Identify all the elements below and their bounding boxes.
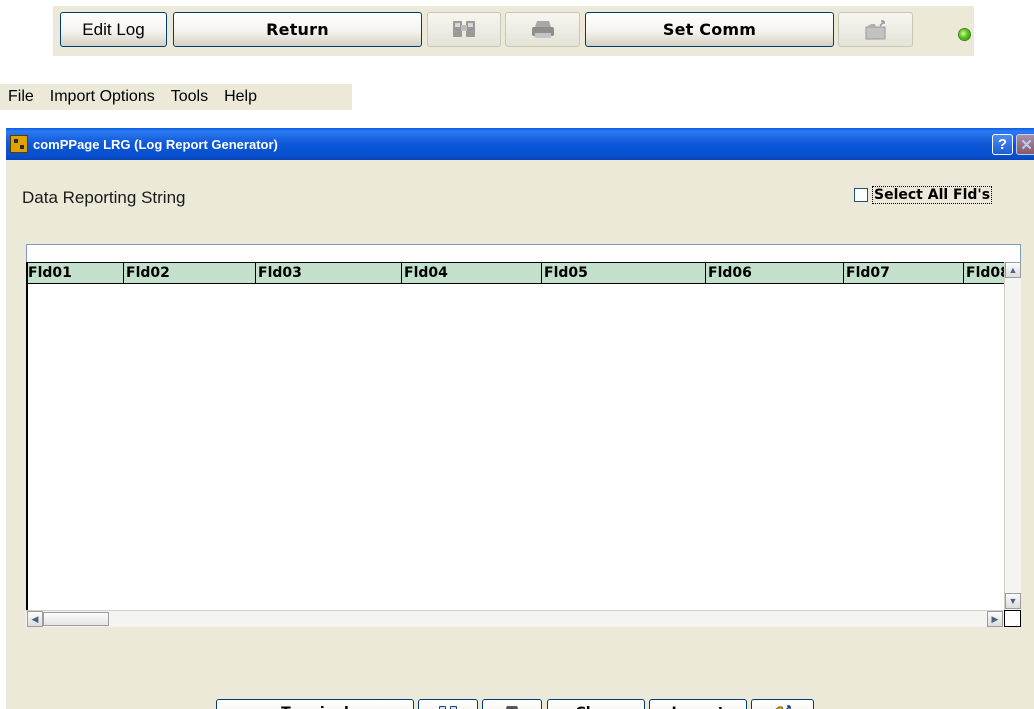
grid-header: Fld01 Fld02 Fld03 Fld04 Fld05 Fld06 Fld0… bbox=[26, 262, 1004, 284]
binoculars-button[interactable] bbox=[427, 12, 501, 47]
printer-icon bbox=[505, 705, 519, 709]
search-button[interactable] bbox=[418, 699, 478, 709]
column-header[interactable]: Fld06 bbox=[706, 262, 844, 283]
select-all-checkbox[interactable]: Select All Fld's bbox=[854, 186, 993, 204]
column-header[interactable]: Fld08 bbox=[964, 262, 1004, 283]
column-header[interactable]: Fld05 bbox=[542, 262, 706, 283]
app-icon bbox=[10, 135, 28, 153]
help-button[interactable]: ? bbox=[992, 134, 1013, 155]
title-bar: comPPage LRG (Log Report Generator) ? ✕ bbox=[6, 128, 1034, 160]
edit-log-button[interactable]: Edit Log bbox=[60, 12, 167, 47]
menu-tools[interactable]: Tools bbox=[163, 88, 216, 106]
column-header[interactable]: Fld01 bbox=[26, 262, 124, 283]
menu-bar: File Import Options Tools Help bbox=[0, 84, 352, 110]
scroll-thumb[interactable] bbox=[43, 612, 109, 626]
column-header[interactable]: Fld03 bbox=[256, 262, 402, 283]
select-all-label: Select All Fld's bbox=[872, 186, 993, 204]
menu-file[interactable]: File bbox=[0, 88, 42, 106]
binoculars-icon bbox=[439, 705, 457, 709]
open-folder-icon bbox=[774, 704, 791, 709]
menu-import-options[interactable]: Import Options bbox=[42, 88, 163, 106]
binoculars-icon bbox=[453, 20, 475, 37]
data-reporting-label: Data Reporting String bbox=[22, 188, 186, 207]
lrg-window: comPPage LRG (Log Report Generator) ? ✕ … bbox=[6, 128, 1034, 709]
scroll-up-icon[interactable]: ▲ bbox=[1005, 262, 1021, 278]
checkbox-box[interactable] bbox=[854, 188, 868, 202]
top-toolbar: Edit Log Return Set Comm bbox=[53, 6, 974, 56]
terminal-button[interactable]: Terminal bbox=[216, 699, 414, 709]
printer-icon bbox=[531, 20, 554, 38]
window-title: comPPage LRG (Log Report Generator) bbox=[33, 136, 278, 152]
scroll-down-icon[interactable]: ▼ bbox=[1005, 593, 1021, 609]
status-led-icon bbox=[959, 29, 970, 40]
horizontal-scrollbar[interactable]: ◀ ▶ bbox=[26, 610, 1004, 627]
scroll-right-icon[interactable]: ▶ bbox=[987, 611, 1003, 627]
print-button[interactable] bbox=[482, 699, 542, 709]
set-comm-button[interactable]: Set Comm bbox=[585, 12, 834, 47]
open-folder-button[interactable] bbox=[838, 12, 913, 47]
return-button[interactable]: Return bbox=[173, 12, 422, 47]
close-button[interactable]: ✕ bbox=[1016, 134, 1034, 155]
menu-help[interactable]: Help bbox=[216, 88, 265, 106]
open-folder-button[interactable] bbox=[751, 699, 814, 709]
column-header[interactable]: Fld07 bbox=[844, 262, 964, 283]
column-header[interactable]: Fld02 bbox=[124, 262, 256, 283]
open-folder-icon bbox=[865, 19, 885, 39]
grid-border bbox=[26, 262, 28, 627]
vertical-scrollbar[interactable]: ▲ ▼ bbox=[1004, 262, 1021, 610]
clear-button[interactable]: Clear bbox=[547, 699, 645, 709]
print-button[interactable] bbox=[505, 12, 580, 47]
import-button[interactable]: Import bbox=[649, 699, 747, 709]
grid-corner bbox=[1004, 610, 1021, 627]
scroll-left-icon[interactable]: ◀ bbox=[27, 611, 43, 627]
data-grid[interactable]: Fld01 Fld02 Fld03 Fld04 Fld05 Fld06 Fld0… bbox=[26, 262, 1004, 610]
column-header[interactable]: Fld04 bbox=[402, 262, 542, 283]
